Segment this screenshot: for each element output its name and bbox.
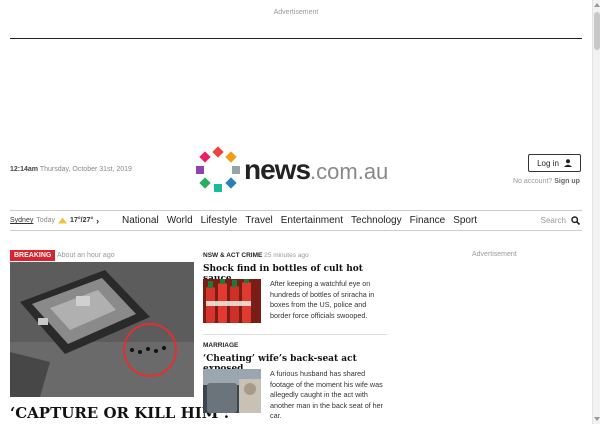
signup-link[interactable]: Sign up bbox=[554, 178, 580, 185]
search-button[interactable]: Search bbox=[541, 216, 582, 225]
main-nav: Sydney Today 17°/27° › National World Li… bbox=[10, 210, 582, 231]
account-prompt: No account? Sign up bbox=[513, 178, 580, 185]
scroll-down-arrow-icon[interactable] bbox=[594, 417, 600, 421]
story-section-label[interactable]: NSW & ACT CRIME bbox=[203, 252, 262, 259]
lead-story-image[interactable] bbox=[10, 262, 194, 397]
weather-day: Today bbox=[36, 217, 56, 224]
ad-divider bbox=[10, 38, 582, 39]
sriracha-bottles-image bbox=[203, 279, 261, 323]
story-card[interactable]: MARRIAGE ‘Cheating’ wife’s back-seat act… bbox=[203, 342, 387, 420]
nav-item-finance[interactable]: Finance bbox=[410, 215, 446, 226]
story-divider bbox=[203, 334, 387, 335]
search-label: Search bbox=[540, 216, 566, 225]
weather-temps: 17°/27° bbox=[70, 217, 94, 224]
advertisement-label-top: Advertisement bbox=[273, 9, 319, 16]
scrollbar[interactable] bbox=[592, 0, 600, 424]
header-date: Thursday, October 31st, 2019 bbox=[39, 166, 132, 173]
nav-item-world[interactable]: World bbox=[167, 215, 193, 226]
scroll-thumb[interactable] bbox=[594, 12, 600, 50]
advertisement-label-side: Advertisement bbox=[472, 251, 517, 258]
story-blurb: A furious husband has shared footage of … bbox=[270, 369, 384, 420]
car-backseat-image bbox=[203, 369, 261, 413]
nav-item-technology[interactable]: Technology bbox=[351, 215, 402, 226]
nav-item-sport[interactable]: Sport bbox=[453, 215, 477, 226]
weather-widget[interactable]: Sydney Today 17°/27° › bbox=[10, 216, 122, 226]
nav-item-national[interactable]: National bbox=[122, 215, 159, 226]
nav-links: National World Lifestyle Travel Entertai… bbox=[122, 215, 477, 226]
logo-wordmark: news.com.au bbox=[244, 156, 388, 184]
story-thumbnail[interactable] bbox=[203, 279, 261, 323]
nav-item-lifestyle[interactable]: Lifestyle bbox=[201, 215, 238, 226]
chevron-right-icon[interactable]: › bbox=[96, 216, 99, 226]
story-card[interactable]: NSW & ACT CRIME 25 minutes ago Shock fin… bbox=[203, 252, 387, 323]
nav-item-travel[interactable]: Travel bbox=[245, 215, 272, 226]
header-time: 12:14am bbox=[10, 166, 39, 173]
scroll-up-arrow-icon[interactable] bbox=[594, 3, 600, 7]
nav-item-entertainment[interactable]: Entertainment bbox=[281, 215, 343, 226]
search-icon bbox=[571, 216, 580, 225]
site-logo[interactable]: news.com.au bbox=[196, 146, 388, 192]
aerial-footage-image bbox=[10, 262, 194, 397]
lead-headline[interactable]: ‘CAPTURE OR KILL HIM’: bbox=[10, 404, 229, 422]
story-blurb: After keeping a watchful eye on hundreds… bbox=[270, 279, 375, 320]
logo-main-text: news bbox=[244, 154, 311, 185]
no-account-text: No account? bbox=[513, 178, 553, 185]
story-section: MARRIAGE bbox=[203, 342, 387, 349]
login-button[interactable]: Log in bbox=[528, 154, 581, 172]
breaking-badge: BREAKING bbox=[10, 250, 56, 261]
login-label: Log in bbox=[537, 158, 559, 168]
story-timestamp: 25 minutes ago bbox=[264, 252, 309, 259]
partly-sunny-icon bbox=[58, 218, 67, 224]
story-section-label[interactable]: MARRIAGE bbox=[203, 342, 238, 349]
header-datetime: 12:14am Thursday, October 31st, 2019 bbox=[10, 166, 132, 173]
story-section: NSW & ACT CRIME 25 minutes ago bbox=[203, 252, 387, 259]
lead-timestamp: About an hour ago bbox=[57, 252, 115, 259]
logo-suffix-text: .com.au bbox=[310, 159, 389, 184]
story-thumbnail[interactable] bbox=[203, 369, 261, 413]
logo-dots-icon bbox=[196, 146, 240, 192]
weather-city[interactable]: Sydney bbox=[10, 217, 33, 224]
user-icon bbox=[563, 159, 572, 167]
